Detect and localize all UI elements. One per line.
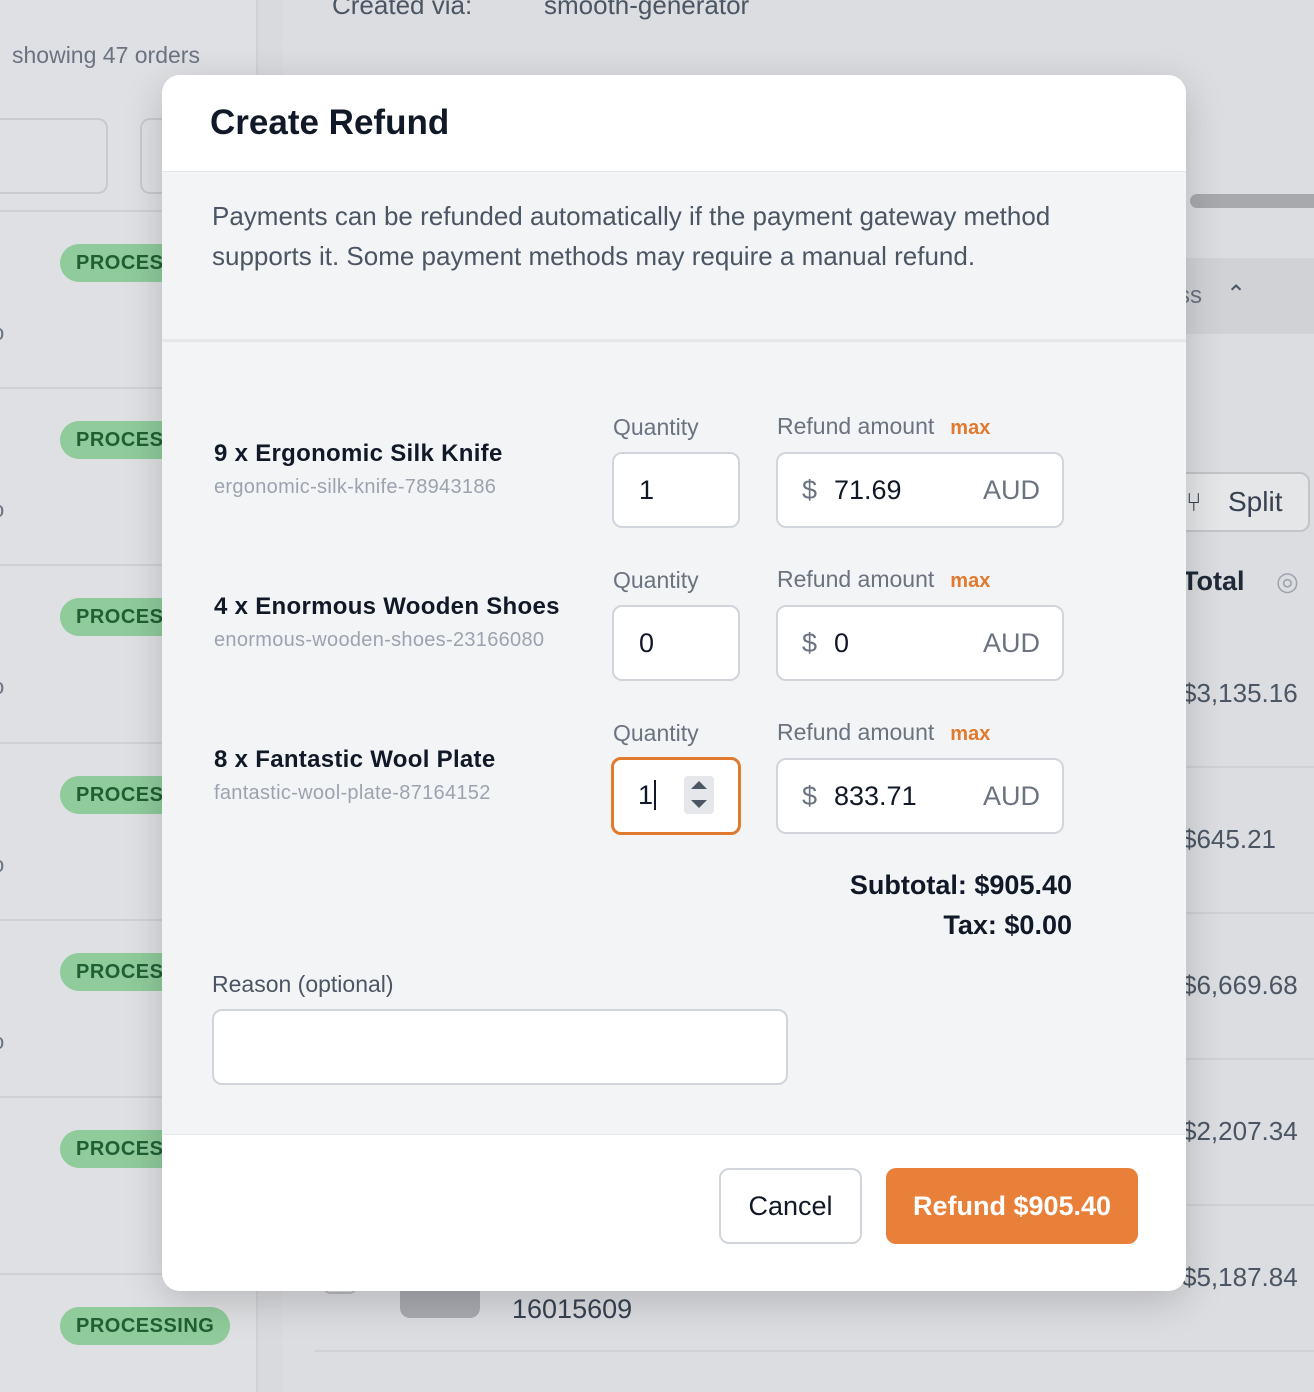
max-link[interactable]: max: [950, 570, 990, 592]
refund-description: Payments can be refunded automatically i…: [162, 172, 1186, 342]
row-divider: [1182, 912, 1314, 914]
refund-amount-input[interactable]: $ 71.69 AUD: [776, 452, 1064, 528]
modal-title: Create Refund: [210, 103, 450, 142]
total-column-header: Total: [1182, 566, 1245, 596]
fork-icon: ⑂: [1186, 487, 1202, 517]
created-via: Created via: smooth-generator: [332, 0, 750, 20]
refund-totals: Subtotal: $905.40 Tax: $0.00: [850, 865, 1072, 945]
orders-count: showing 47 orders: [12, 42, 200, 68]
max-link[interactable]: max: [950, 417, 990, 439]
split-button[interactable]: ⑂ Split: [1170, 472, 1310, 532]
quantity-input-focused[interactable]: 1: [611, 757, 741, 835]
item-sku: fantastic-wool-plate-87164152: [214, 782, 491, 804]
quantity-value: 1: [638, 780, 654, 810]
chevron-up-icon[interactable]: ⌃: [1226, 280, 1246, 309]
search-input[interactable]: [0, 118, 108, 194]
refund-line-item: 9 x Ergonomic Silk Knife ergonomic-silk-…: [214, 440, 503, 499]
item-sku: ergonomic-silk-knife-78943186: [214, 476, 497, 498]
row-fragment: o: [0, 852, 4, 878]
order-total: $2,207.34: [1182, 1116, 1298, 1146]
refund-line-item: 8 x Fantastic Wool Plate fantastic-wool-…: [214, 746, 496, 805]
refund-amount-value: 0: [834, 628, 850, 658]
order-number: 16015609: [512, 1294, 633, 1324]
quantity-input[interactable]: 1: [612, 452, 740, 528]
refund-amount-value: 833.71: [834, 781, 917, 811]
modal-footer: Cancel Refund $905.40: [162, 1134, 1186, 1291]
currency-code: AUD: [982, 628, 1040, 658]
stepper-up-icon[interactable]: [691, 781, 707, 789]
row-fragment: o: [0, 497, 4, 523]
row-fragment: o: [0, 1029, 4, 1055]
cancel-button[interactable]: Cancel: [719, 1168, 862, 1244]
row-divider: [1182, 766, 1314, 768]
scrollbar[interactable]: [1190, 194, 1314, 208]
order-total: $6,669.68: [1182, 970, 1298, 1000]
modal-header: Create Refund: [162, 75, 1186, 172]
item-name: 9 x Ergonomic Silk Knife: [214, 440, 503, 467]
refund-amount-input[interactable]: $ 0 AUD: [776, 605, 1064, 681]
currency-code: AUD: [982, 475, 1040, 505]
max-link[interactable]: max: [950, 723, 990, 745]
refund-line-item: 4 x Enormous Wooden Shoes enormous-woode…: [214, 593, 560, 652]
row-divider: [1182, 1204, 1314, 1206]
create-refund-modal: Create Refund Payments can be refunded a…: [162, 75, 1186, 1291]
refund-amount-label: Refund amount max: [777, 719, 991, 745]
item-sku: enormous-wooden-shoes-23166080: [214, 629, 545, 651]
currency-symbol: $: [802, 475, 818, 505]
order-total: $645.21: [1182, 824, 1276, 854]
quantity-input[interactable]: 0: [612, 605, 740, 681]
quantity-label: Quantity: [613, 414, 699, 440]
text-cursor: [654, 779, 657, 810]
order-total: $5,187.84: [1182, 1262, 1298, 1292]
refund-amount-label: Refund amount max: [777, 566, 991, 592]
refund-button[interactable]: Refund $905.40: [886, 1168, 1138, 1244]
currency-symbol: $: [802, 781, 818, 811]
reason-label: Reason (optional): [212, 971, 394, 997]
item-name: 8 x Fantastic Wool Plate: [214, 746, 496, 773]
quantity-label: Quantity: [613, 720, 699, 746]
row-divider: [314, 1350, 1314, 1352]
subtotal: Subtotal: $905.40: [849, 870, 1072, 900]
stepper-down-icon[interactable]: [691, 800, 707, 808]
refund-amount-label: Refund amount max: [777, 413, 991, 439]
item-name: 4 x Enormous Wooden Shoes: [214, 593, 560, 620]
refund-amount-input[interactable]: $ 833.71 AUD: [776, 758, 1064, 834]
row-divider: [1182, 1058, 1314, 1060]
tax: Tax: $0.00: [943, 910, 1072, 940]
reason-input[interactable]: [212, 1009, 788, 1085]
currency-code: AUD: [982, 781, 1040, 811]
refund-amount-value: 71.69: [834, 475, 902, 505]
order-total: $3,135.16: [1182, 678, 1298, 708]
row-fragment: o: [0, 674, 4, 700]
quantity-stepper[interactable]: [684, 776, 714, 814]
eye-off-icon[interactable]: ◎: [1276, 566, 1299, 597]
currency-symbol: $: [802, 628, 818, 658]
status-badge: PROCESSING: [60, 1307, 231, 1345]
split-label: Split: [1228, 486, 1283, 517]
quantity-label: Quantity: [613, 567, 699, 593]
row-fragment: o: [0, 320, 4, 346]
